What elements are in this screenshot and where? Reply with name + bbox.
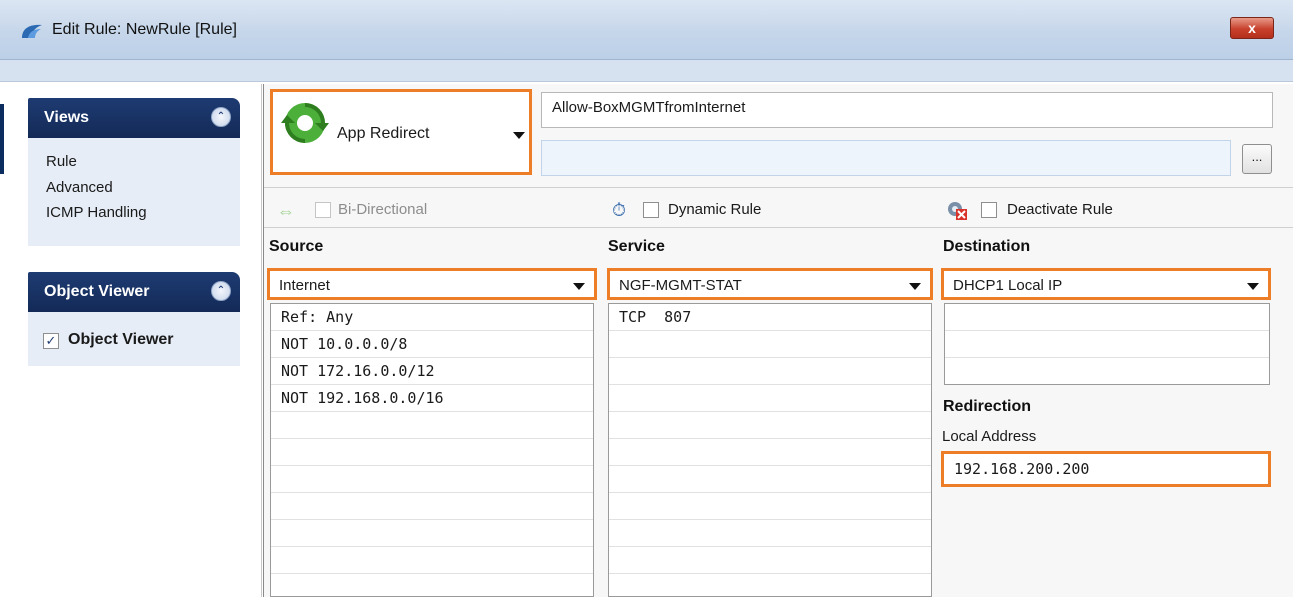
title-bar: Edit Rule: NewRule [Rule] x	[0, 0, 1293, 60]
deactivate-rule-icon	[948, 202, 967, 220]
list-item	[609, 358, 931, 385]
list-item	[271, 439, 593, 466]
list-item	[609, 439, 931, 466]
source-list[interactable]: Ref: Any NOT 10.0.0.0/8 NOT 172.16.0.0/1…	[270, 303, 594, 597]
view-link-advanced[interactable]: Advanced	[46, 179, 113, 196]
browse-button[interactable]: ...	[1242, 144, 1272, 174]
dynamic-rule-label: Dynamic Rule	[668, 201, 762, 218]
list-item	[609, 520, 931, 547]
object-viewer-panel-title: Object Viewer	[44, 283, 150, 300]
list-item	[609, 493, 931, 520]
list-item	[609, 412, 931, 439]
list-item[interactable]: Ref: Any	[271, 304, 593, 331]
collapse-icon[interactable]: ⌃	[211, 107, 231, 127]
collapse-icon[interactable]: ⌃	[211, 281, 231, 301]
list-item	[271, 520, 593, 547]
list-item	[609, 547, 931, 574]
view-link-icmp-handling[interactable]: ICMP Handling	[46, 204, 147, 221]
service-selected: NGF-MGMT-STAT	[619, 277, 742, 294]
service-list[interactable]: TCP 807	[608, 303, 932, 597]
list-item[interactable]: TCP 807	[609, 304, 931, 331]
list-item	[609, 331, 931, 358]
action-label: App Redirect	[337, 125, 430, 142]
chevron-down-icon	[909, 283, 921, 290]
list-item	[271, 547, 593, 574]
service-dropdown[interactable]: NGF-MGMT-STAT	[607, 268, 933, 300]
source-selected: Internet	[279, 277, 330, 294]
divider	[264, 227, 1293, 228]
deactivate-rule-checkbox[interactable]	[981, 202, 997, 218]
list-item[interactable]: NOT 10.0.0.0/8	[271, 331, 593, 358]
dynamic-rule-checkbox[interactable]	[643, 202, 659, 218]
list-item	[609, 385, 931, 412]
views-panel-title: Views	[44, 109, 90, 126]
destination-heading: Destination	[943, 238, 1031, 255]
list-item	[271, 412, 593, 439]
action-selector[interactable]: App Redirect	[270, 89, 532, 175]
rule-name-input[interactable]: Allow-BoxMGMTfromInternet	[541, 92, 1273, 128]
service-heading: Service	[608, 238, 665, 255]
app-redirect-icon	[281, 103, 329, 143]
source-dropdown[interactable]: Internet	[267, 268, 597, 300]
window-title: Edit Rule: NewRule [Rule]	[52, 21, 237, 38]
object-viewer-panel: ✓ Object Viewer	[28, 312, 240, 366]
object-viewer-checkbox[interactable]: ✓	[43, 333, 59, 349]
bidirectional-checkbox[interactable]	[315, 202, 331, 218]
list-item[interactable]: NOT 192.168.0.0/16	[271, 385, 593, 412]
bidirectional-icon: ⇔	[277, 201, 295, 221]
bidirectional-label: Bi-Directional	[338, 201, 428, 218]
views-panel: Rule Advanced ICMP Handling	[28, 138, 240, 246]
destination-list[interactable]	[944, 303, 1270, 385]
redirection-heading: Redirection	[943, 398, 1032, 415]
local-address-input[interactable]: 192.168.200.200	[941, 451, 1271, 487]
rule-editor: App Redirect Allow-BoxMGMTfromInternet .…	[263, 84, 1293, 597]
close-button[interactable]: x	[1230, 17, 1274, 39]
close-icon: x	[1248, 20, 1256, 36]
list-item	[271, 466, 593, 493]
destination-selected: DHCP1 Local IP	[953, 277, 1063, 294]
list-item	[945, 304, 1269, 331]
divider	[264, 187, 1293, 188]
object-viewer-checkbox-label: Object Viewer	[68, 331, 174, 348]
local-address-label: Local Address	[942, 428, 1037, 445]
view-link-rule[interactable]: Rule	[46, 153, 77, 170]
list-item	[945, 358, 1269, 384]
list-item[interactable]: NOT 172.16.0.0/12	[271, 358, 593, 385]
chevron-down-icon	[573, 283, 585, 290]
destination-dropdown[interactable]: DHCP1 Local IP	[941, 268, 1271, 300]
object-viewer-panel-header[interactable]: Object Viewer ⌃	[28, 272, 240, 312]
chevron-down-icon	[1247, 283, 1259, 290]
list-item	[271, 493, 593, 520]
deactivate-rule-label: Deactivate Rule	[1007, 201, 1113, 218]
window-edge	[0, 104, 4, 174]
app-logo-icon	[22, 24, 42, 38]
sidebar: Views ⌃ Rule Advanced ICMP Handling Obje…	[10, 84, 262, 597]
source-heading: Source	[269, 238, 324, 255]
list-item	[945, 331, 1269, 358]
stopwatch-icon: ⏱	[612, 200, 627, 220]
chevron-down-icon	[513, 132, 525, 139]
views-panel-header[interactable]: Views ⌃	[28, 98, 240, 138]
rule-description-input[interactable]	[541, 140, 1231, 176]
list-item	[609, 466, 931, 493]
toolbar-strip	[0, 60, 1293, 82]
